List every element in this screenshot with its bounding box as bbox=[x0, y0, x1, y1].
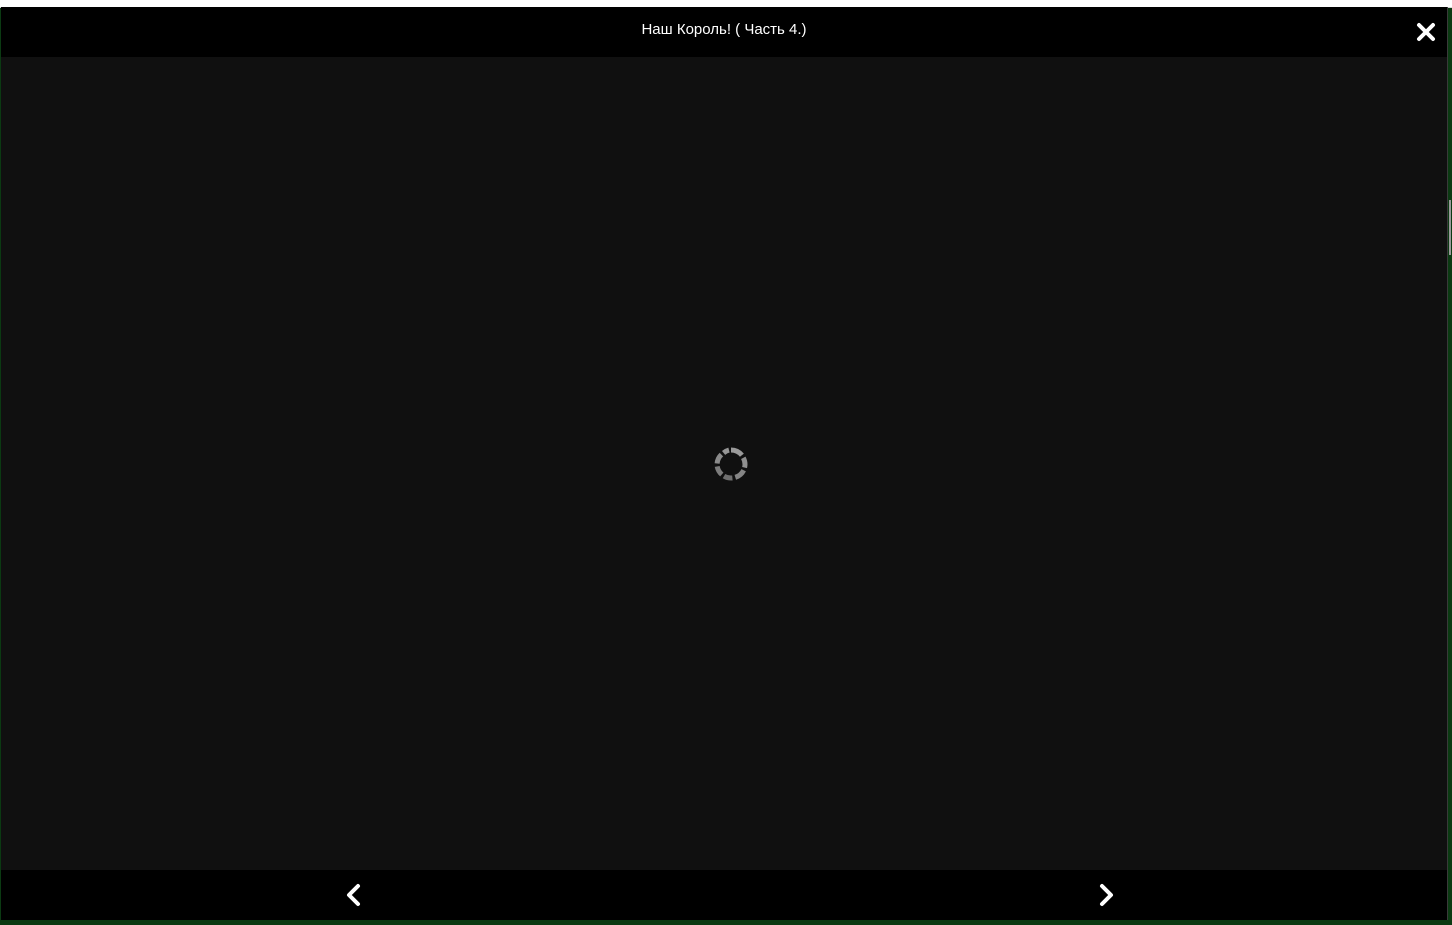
modal-title: Наш Король! ( Часть 4.) bbox=[641, 21, 807, 38]
close-icon bbox=[1417, 23, 1435, 41]
media-viewer-modal: Наш Король! ( Часть 4.) bbox=[1, 7, 1448, 920]
scrollbar-thumb[interactable] bbox=[1449, 200, 1451, 255]
loading-spinner-icon bbox=[714, 447, 748, 481]
close-button[interactable] bbox=[1415, 21, 1437, 43]
previous-button[interactable] bbox=[341, 882, 367, 908]
chevron-right-icon bbox=[1100, 884, 1113, 906]
modal-footer bbox=[1, 870, 1447, 920]
chevron-left-icon bbox=[347, 884, 360, 906]
modal-header: Наш Король! ( Часть 4.) bbox=[1, 7, 1447, 57]
next-button[interactable] bbox=[1093, 882, 1119, 908]
viewer-area bbox=[1, 57, 1447, 870]
